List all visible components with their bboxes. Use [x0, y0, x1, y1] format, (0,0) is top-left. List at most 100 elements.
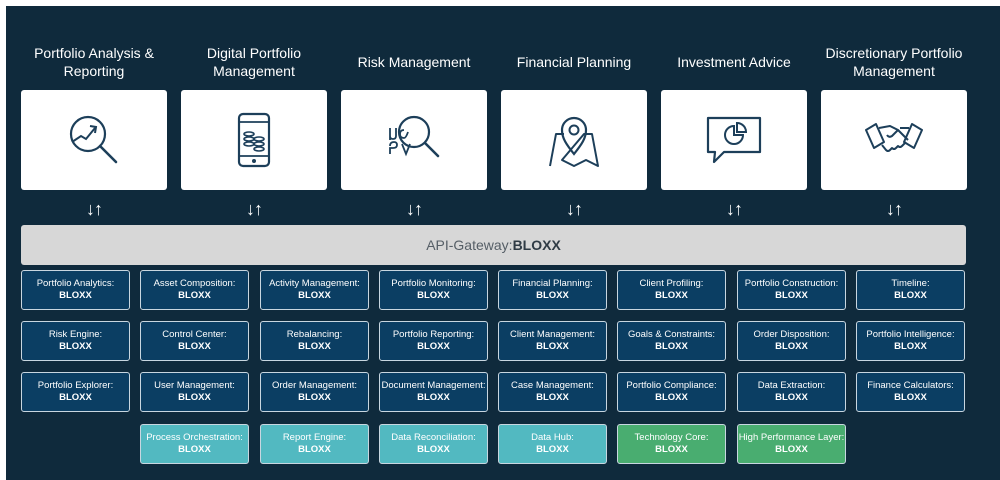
- module-name: Portfolio Construction:: [744, 278, 839, 289]
- module-brand: BLOXX: [775, 444, 808, 455]
- tablet-coins-icon: [237, 112, 271, 168]
- api-gateway-bar: API-Gateway: BLOXX: [21, 225, 966, 265]
- module-box: Order Disposition: BLOXX: [737, 321, 846, 361]
- module-name: Portfolio Monitoring:: [391, 278, 476, 289]
- module-box: Activity Management: BLOXX: [260, 270, 369, 310]
- module-name: Financial Planning:: [512, 278, 593, 289]
- module-box: Portfolio Compliance: BLOXX: [617, 372, 726, 412]
- module-brand: BLOXX: [894, 290, 927, 301]
- module-brand: BLOXX: [655, 290, 688, 301]
- module-box: Order Management: BLOXX: [260, 372, 369, 412]
- bidirectional-arrow-icon: ↓↑: [886, 199, 903, 219]
- module-brand: BLOXX: [178, 290, 211, 301]
- module-brand: BLOXX: [417, 392, 450, 403]
- card-risk-management: [341, 90, 487, 190]
- module-box: Portfolio Intelligence: BLOXX: [856, 321, 965, 361]
- module-name: Rebalancing:: [286, 329, 343, 340]
- module-brand: BLOXX: [417, 290, 450, 301]
- module-name: Portfolio Reporting:: [392, 329, 475, 340]
- module-brand: BLOXX: [178, 341, 211, 352]
- module-name: Finance Calculators:: [867, 380, 954, 391]
- module-name: Timeline:: [891, 278, 930, 289]
- module-box: Risk Engine: BLOXX: [21, 321, 130, 361]
- card-portfolio-analysis: [21, 90, 167, 190]
- bidirectional-arrow-icon: ↓↑: [726, 199, 743, 219]
- module-box: Timeline: BLOXX: [856, 270, 965, 310]
- module-brand: BLOXX: [178, 392, 211, 403]
- module-brand: BLOXX: [59, 341, 92, 352]
- card-investment-advice: [661, 90, 807, 190]
- column-title-investment-advice: Investment Advice: [677, 54, 791, 70]
- bidirectional-arrow-icon: ↓↑: [246, 199, 263, 219]
- module-box: Client Profiling: BLOXX: [617, 270, 726, 310]
- module-brand: BLOXX: [655, 341, 688, 352]
- module-box: Client Management: BLOXX: [498, 321, 607, 361]
- module-brand: BLOXX: [894, 341, 927, 352]
- card-discretionary-portfolio: [821, 90, 967, 190]
- module-box: Asset Composition: BLOXX: [140, 270, 249, 310]
- module-name: Data Extraction:: [757, 380, 826, 391]
- module-name: Document Management:: [381, 380, 486, 391]
- module-brand: BLOXX: [775, 392, 808, 403]
- map-pin-icon: [549, 116, 599, 167]
- module-box: Portfolio Analytics: BLOXX: [21, 270, 130, 310]
- magnifier-trend-icon: [69, 115, 118, 164]
- handshake-icon: [865, 123, 923, 152]
- module-brand: BLOXX: [59, 290, 92, 301]
- module-name: User Management:: [154, 380, 235, 391]
- module-brand: BLOXX: [298, 444, 331, 455]
- card-financial-planning: [501, 90, 647, 190]
- module-name: Order Disposition:: [753, 329, 830, 340]
- module-name: Data Reconciliation:: [391, 432, 476, 443]
- module-name: Order Management:: [271, 380, 357, 391]
- module-brand: BLOXX: [775, 341, 808, 352]
- module-brand: BLOXX: [536, 444, 569, 455]
- module-name: Technology Core:: [634, 432, 709, 443]
- module-box: Financial Planning: BLOXX: [498, 270, 607, 310]
- module-name: High Performance Layer:: [738, 432, 845, 443]
- module-name: Control Center:: [162, 329, 227, 340]
- module-brand: BLOXX: [655, 392, 688, 403]
- module-name: Process Orchestration:: [146, 432, 243, 443]
- column-title-risk-management: Risk Management: [357, 54, 471, 70]
- module-box: User Management: BLOXX: [140, 372, 249, 412]
- module-box: Finance Calculators: BLOXX: [856, 372, 965, 412]
- module-box: Rebalancing: BLOXX: [260, 321, 369, 361]
- module-name: Portfolio Explorer:: [37, 380, 114, 391]
- module-name: Asset Composition:: [153, 278, 236, 289]
- bidirectional-arrow-icon: ↓↑: [566, 199, 583, 219]
- module-brand: BLOXX: [417, 341, 450, 352]
- module-name: Client Management:: [509, 329, 596, 340]
- module-box: Goals & Constraints: BLOXX: [617, 321, 726, 361]
- module-box: Data Reconciliation: BLOXX: [379, 424, 488, 464]
- column-title-discretionary-portfolio: Discretionary Portfolio Management: [825, 45, 963, 79]
- module-name: Activity Management:: [269, 278, 360, 289]
- module-name: Portfolio Intelligence:: [866, 329, 955, 340]
- module-name: Client Profiling:: [639, 278, 704, 289]
- module-brand: BLOXX: [298, 290, 331, 301]
- module-brand: BLOXX: [417, 444, 450, 455]
- module-brand: BLOXX: [655, 444, 688, 455]
- module-box: Data Extraction: BLOXX: [737, 372, 846, 412]
- module-name: Report Engine:: [282, 432, 347, 443]
- module-brand: BLOXX: [298, 341, 331, 352]
- column-title-portfolio-analysis: Portfolio Analysis & Reporting: [34, 45, 154, 79]
- module-box: Portfolio Reporting: BLOXX: [379, 321, 488, 361]
- module-box: Document Management: BLOXX: [379, 372, 488, 412]
- pie-chart-speech-bubble-icon: [706, 116, 762, 164]
- module-brand: BLOXX: [298, 392, 331, 403]
- module-brand: BLOXX: [775, 290, 808, 301]
- column-title-financial-planning: Financial Planning: [516, 54, 632, 70]
- module-box: Report Engine: BLOXX: [260, 424, 369, 464]
- bidirectional-arrow-icon: ↓↑: [406, 199, 423, 219]
- module-name: Portfolio Analytics:: [36, 278, 115, 289]
- module-brand: BLOXX: [894, 392, 927, 403]
- column-title-digital-portfolio: Digital Portfolio Management: [206, 45, 302, 79]
- api-gateway-label: API-Gateway:: [426, 237, 513, 253]
- module-box: Portfolio Construction: BLOXX: [737, 270, 846, 310]
- diagram-canvas: Portfolio Analysis & Reporting Digital P…: [6, 6, 1000, 480]
- module-name: Data Hub:: [531, 432, 574, 443]
- module-box: Control Center: BLOXX: [140, 321, 249, 361]
- module-brand: BLOXX: [536, 290, 569, 301]
- module-box: Portfolio Monitoring: BLOXX: [379, 270, 488, 310]
